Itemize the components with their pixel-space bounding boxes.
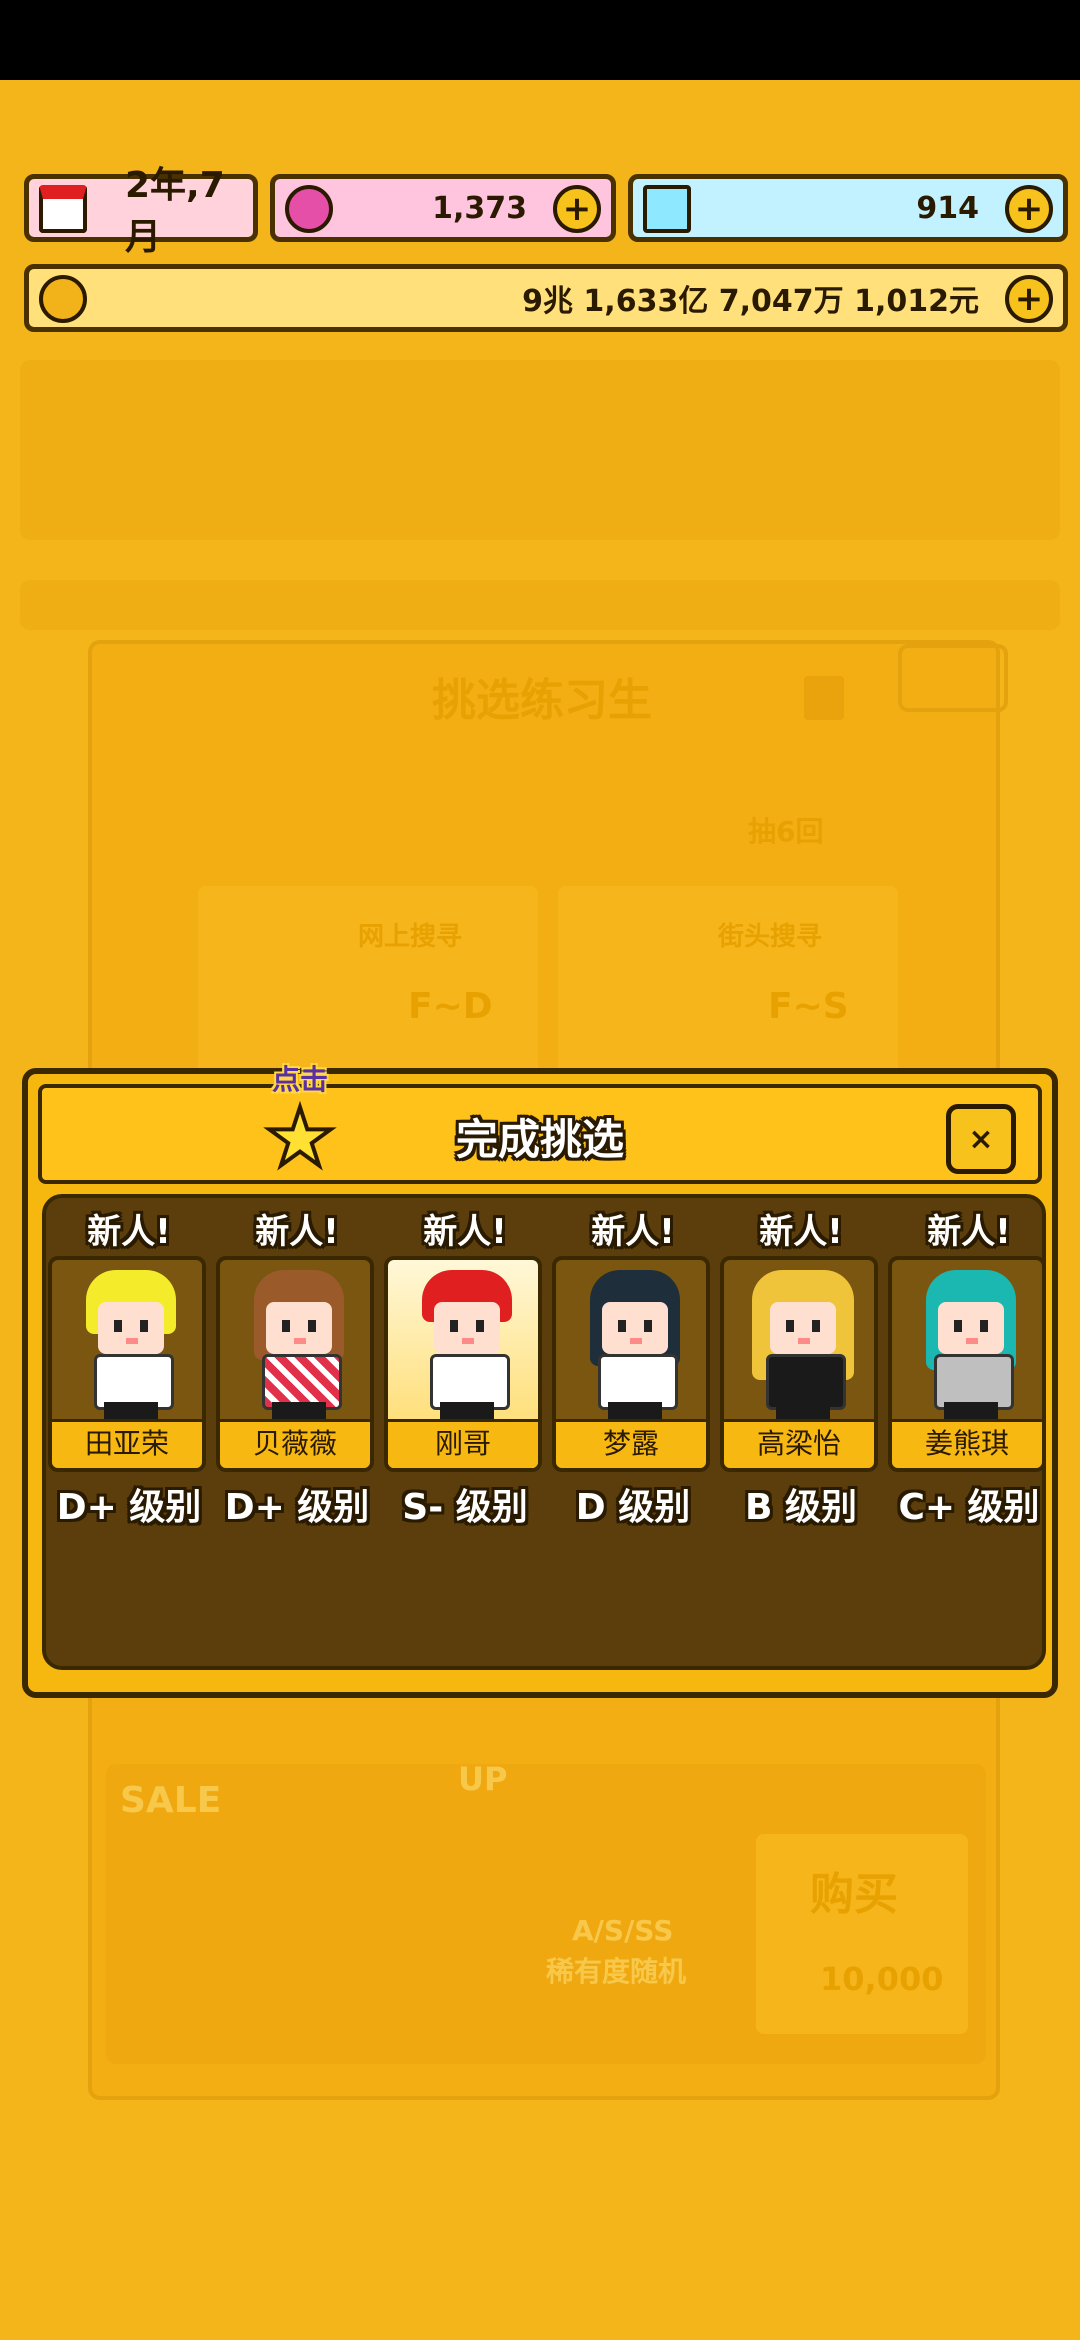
new-badge: 新人! [759,1212,843,1252]
pink-gem-value: 1,373 [432,190,527,226]
new-badge: 新人! [87,1212,171,1252]
money-value: 9兆 1,633亿 7,047万 1,012元 [522,284,979,319]
blue-gem-bar: 914 + [628,174,1068,242]
trainee-sprite [916,1266,1026,1422]
add-blue-gem-button[interactable]: + [1005,185,1053,233]
background-option1-range: F~D [408,986,493,1027]
calendar-icon [39,185,87,233]
pink-gem-icon [285,185,333,233]
trainee-name: 刚哥 [388,1419,538,1468]
background-buy-label: 购买 [810,1869,898,1920]
face [770,1302,836,1354]
pink-gem-bar: 1,373 + [270,174,616,242]
trainee-sprite [76,1266,186,1422]
trainee-grade: S- 级别 [402,1487,528,1528]
background-option2-title: 街头搜寻 [718,922,823,952]
background-option2-range: F~S [768,986,849,1027]
trainee-portrait-frame[interactable]: 高梁怡 [720,1256,878,1472]
add-pink-gem-button[interactable]: + [553,185,601,233]
legs [104,1402,158,1420]
trainee-portrait-frame[interactable]: 田亚荣 [48,1256,206,1472]
add-money-button[interactable]: + [1005,275,1053,323]
trainee-grade: D 级别 [575,1487,691,1528]
blue-gem-value: 914 [916,190,979,226]
trainee-sprite [412,1266,522,1422]
trainee-panel: 新人! 田亚荣 D+ 级别 新人! 贝薇薇 D+ 级别 新人! 刚哥 S- 级别… [42,1194,1046,1670]
status-bar [0,0,1080,80]
background-buy-cost: 10,000 [820,1960,944,1998]
face [434,1302,500,1354]
background-info-icon [804,676,844,720]
trainee-portrait-frame[interactable]: 梦露 [552,1256,710,1472]
new-badge: 新人! [255,1212,339,1252]
face [266,1302,332,1354]
trainee-name: 田亚荣 [52,1419,202,1468]
trainee-card[interactable]: 新人! 姜熊琪 C+ 级别 [888,1208,1050,1530]
close-button[interactable]: × [946,1104,1016,1174]
trainee-grade: B 级别 [745,1487,857,1528]
diamond-icon [643,185,691,233]
star-icon[interactable]: ★ [260,1096,340,1180]
background-building-strip [20,360,1060,540]
trainee-name: 姜熊琪 [892,1419,1042,1468]
legs [776,1402,830,1420]
background-close-button [898,644,1008,712]
background-menu-bar [20,580,1060,630]
trainee-card[interactable]: 新人! 高梁怡 B 级别 [720,1208,882,1530]
trainee-portrait-frame[interactable]: 刚哥 [384,1256,542,1472]
trainee-card[interactable]: 新人! 田亚荣 D+ 级别 [48,1208,210,1530]
trainee-name: 梦露 [556,1419,706,1468]
background-buy-button: 购买 10,000 [756,1834,968,2034]
background-draw-count: 抽6回 [748,815,824,848]
background-rarity-text1: A/S/SS [572,1914,674,1947]
money-bar: 9兆 1,633亿 7,047万 1,012元 + [24,264,1068,332]
trainee-grade: D+ 级别 [56,1487,202,1528]
trainee-grade: D+ 级别 [224,1487,370,1528]
trainee-portrait-frame[interactable]: 贝薇薇 [216,1256,374,1472]
legs [440,1402,494,1420]
trainee-name: 高梁怡 [724,1419,874,1468]
coin-icon [39,275,87,323]
trainee-portrait-frame[interactable]: 姜熊琪 [888,1256,1046,1472]
trainee-name: 贝薇薇 [220,1419,370,1468]
date-text: 2年,7月 [125,165,225,258]
legs [608,1402,662,1420]
dialog-header: 完成挑选 × [38,1084,1042,1184]
new-badge: 新人! [591,1212,675,1252]
star-hint[interactable]: 点击 ★ [260,1058,340,1180]
trainee-sprite [748,1266,858,1422]
trainee-grade: C+ 级别 [898,1487,1040,1528]
legs [272,1402,326,1420]
face [98,1302,164,1354]
new-badge: 新人! [423,1212,507,1252]
dialog-title: 完成挑选 [455,1115,624,1164]
background-rarity-text2: 稀有度随机 [546,1955,687,1988]
legs [944,1402,998,1420]
new-badge: 新人! [927,1212,1011,1252]
face [602,1302,668,1354]
face [938,1302,1004,1354]
background-sale-tag: SALE [120,1780,222,1821]
trainee-sprite [244,1266,354,1422]
trainee-card[interactable]: 新人! 贝薇薇 D+ 级别 [216,1208,378,1530]
date-bar: 2年,7月 [24,165,258,258]
background-window-title: 挑选练习生 [432,675,652,726]
trainee-sprite [580,1266,690,1422]
trainee-card[interactable]: 新人! 梦露 D 级别 [552,1208,714,1530]
background-up-tag: UP [458,1760,508,1798]
background-gacha-panel: SALE UP A/S/SS 稀有度随机 购买 10,000 [106,1760,986,2064]
selection-result-dialog: 完成挑选 × 点击 ★ 新人! 田亚荣 D+ 级别 新人! 贝薇薇 D+ 级别 … [22,1063,1058,1698]
background-option1-title: 网上搜寻 [358,922,463,952]
trainee-card-selected[interactable]: 新人! 刚哥 S- 级别 [384,1208,546,1530]
